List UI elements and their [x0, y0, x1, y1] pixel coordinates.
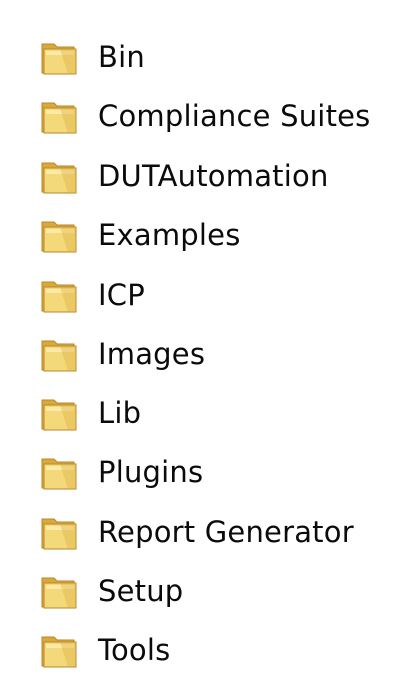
folder-icon — [41, 43, 77, 75]
folder-label: Lib — [98, 395, 142, 430]
folder-label: Report Generator — [98, 514, 354, 549]
folder-label: Images — [98, 336, 206, 371]
folder-item-icp[interactable]: ICP — [40, 271, 385, 319]
folder-label: Plugins — [98, 454, 204, 489]
folder-item-setup[interactable]: Setup — [40, 567, 385, 615]
folder-item-compliance-suites[interactable]: Compliance Suites — [40, 92, 385, 140]
folder-label: Setup — [98, 573, 184, 608]
folder-label: Tools — [98, 632, 171, 667]
folder-icon — [41, 281, 77, 313]
folder-icon — [41, 162, 77, 194]
folder-label: ICP — [98, 277, 145, 312]
folder-label: Examples — [98, 217, 241, 252]
folder-list: Bin Compliance Suites DUTAutomation Exam… — [0, 0, 403, 676]
folder-item-report-generator[interactable]: Report Generator — [40, 508, 385, 556]
folder-icon — [41, 577, 77, 609]
folder-icon — [41, 636, 77, 668]
folder-item-images[interactable]: Images — [40, 330, 385, 378]
folder-label: Bin — [98, 39, 145, 74]
folder-label: DUTAutomation — [98, 158, 329, 193]
folder-item-bin[interactable]: Bin — [40, 33, 385, 81]
folder-icon — [41, 399, 77, 431]
folder-icon — [41, 340, 77, 372]
folder-icon — [41, 102, 77, 134]
folder-label: Compliance Suites — [98, 98, 371, 133]
folder-item-dutautomation[interactable]: DUTAutomation — [40, 152, 385, 200]
folder-icon — [41, 221, 77, 253]
folder-item-plugins[interactable]: Plugins — [40, 448, 385, 496]
folder-item-examples[interactable]: Examples — [40, 211, 385, 259]
folder-icon — [41, 458, 77, 490]
folder-item-tools[interactable]: Tools — [40, 626, 385, 674]
folder-item-lib[interactable]: Lib — [40, 389, 385, 437]
folder-icon — [41, 518, 77, 550]
